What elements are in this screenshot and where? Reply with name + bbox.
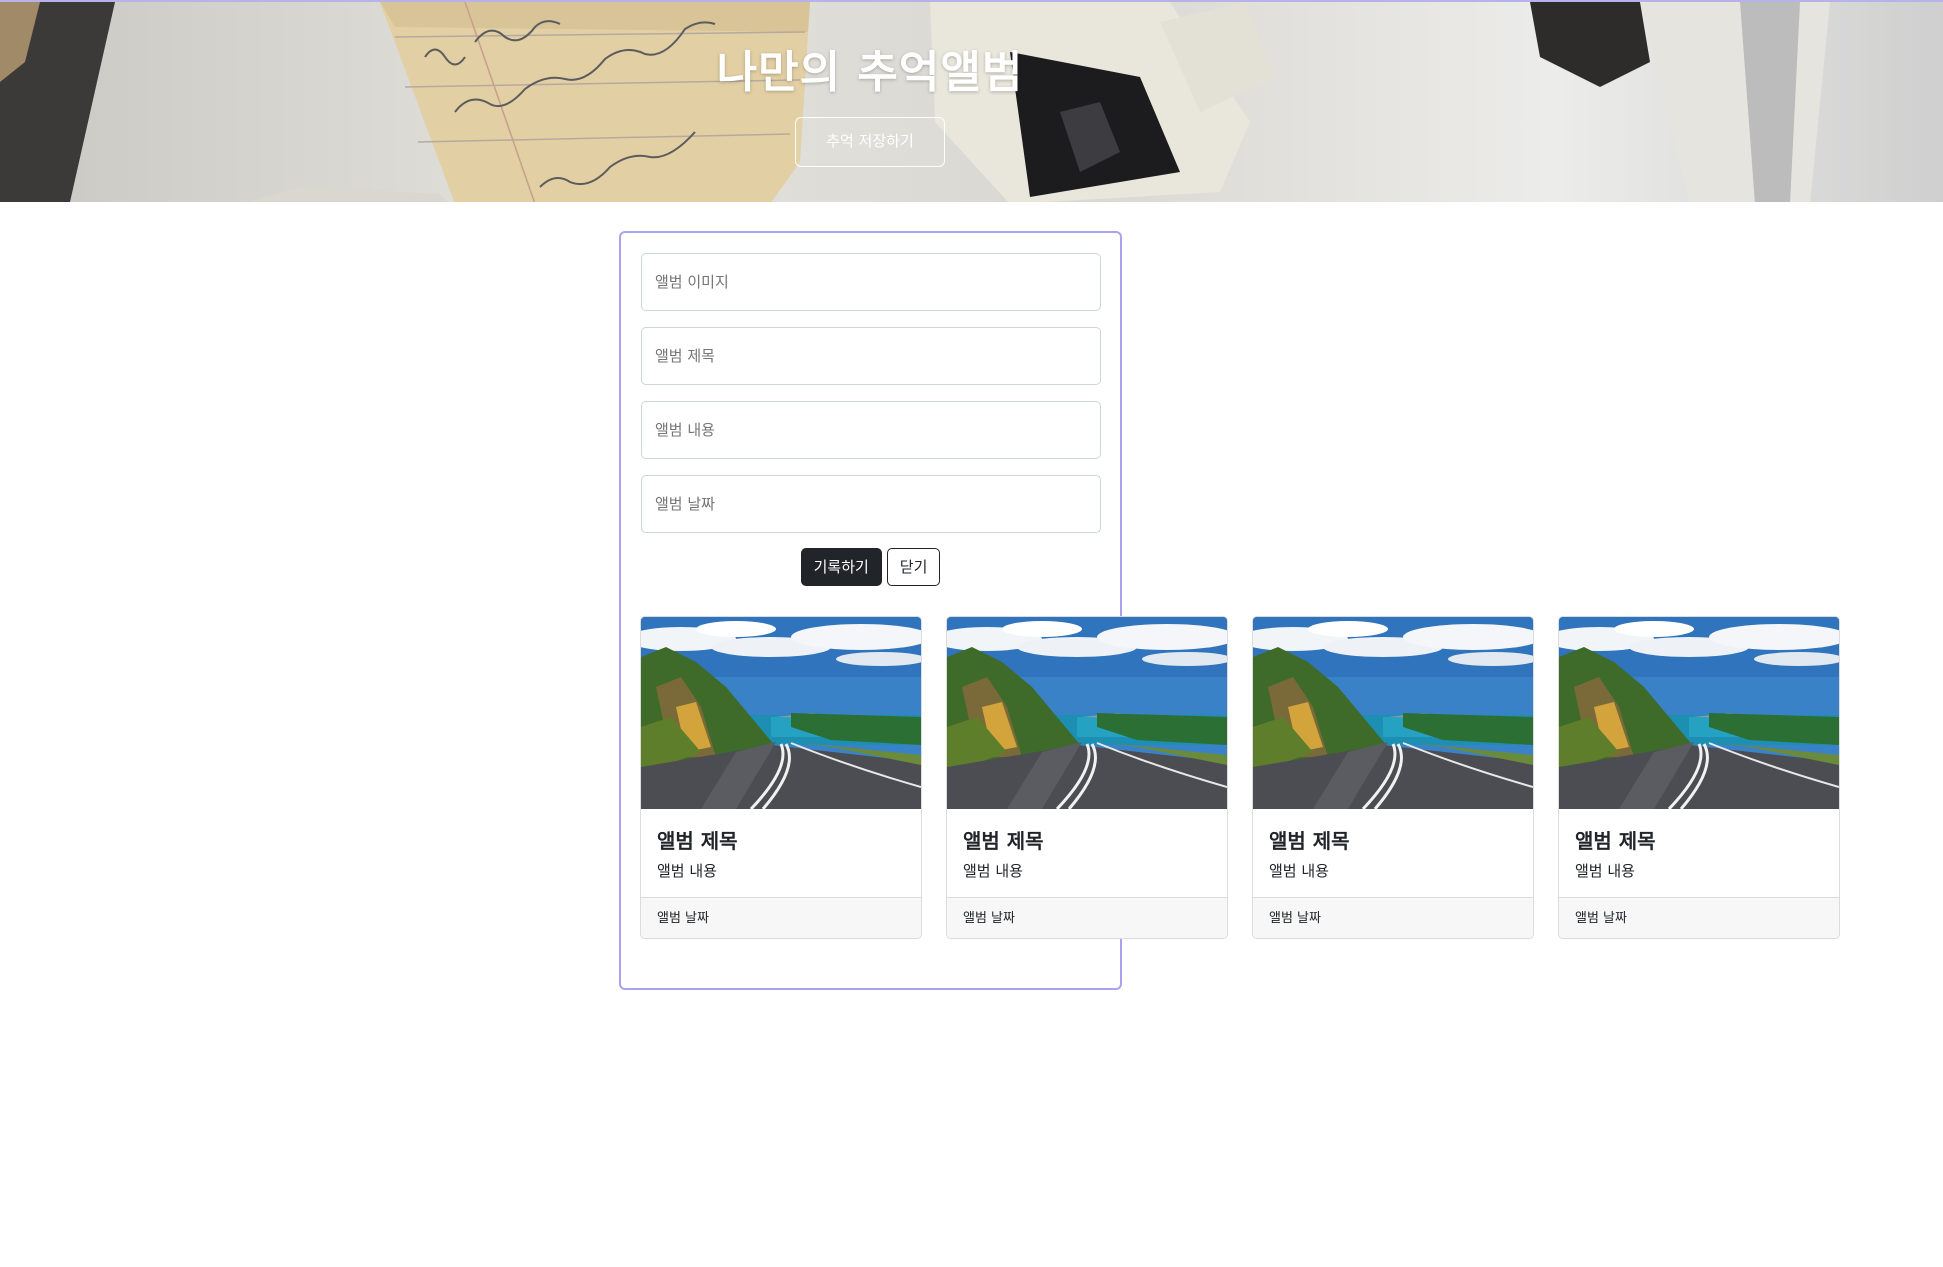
album-image-input[interactable] [641, 253, 1101, 311]
album-card-image [1559, 617, 1839, 809]
album-card-title: 앨범 제목 [963, 829, 1044, 853]
album-card-title: 앨범 제목 [1269, 829, 1350, 853]
hero-title: 나만의 추억앨범 [716, 47, 1024, 98]
record-button[interactable]: 기록하기 [800, 548, 882, 586]
album-card-text: 앨범 내용 [963, 862, 1023, 880]
album-card[interactable]: 앨범 제목 앨범 내용 앨범 날짜 [1252, 616, 1534, 939]
album-card[interactable]: 앨범 제목 앨범 내용 앨범 날짜 [640, 616, 922, 939]
album-card-date: 앨범 날짜 [1559, 897, 1839, 938]
album-card-text: 앨범 내용 [1269, 862, 1329, 880]
album-card-date: 앨범 날짜 [641, 897, 921, 938]
hero-banner: 나만의 추억앨범 추억 저장하기 [0, 0, 1943, 202]
album-card[interactable]: 앨범 제목 앨범 내용 앨범 날짜 [1558, 616, 1840, 939]
album-card[interactable]: 앨범 제목 앨범 내용 앨범 날짜 [946, 616, 1228, 939]
form-button-row: 기록하기 닫기 [621, 548, 1120, 586]
album-card-text: 앨범 내용 [1575, 862, 1635, 880]
album-title-input[interactable] [641, 327, 1101, 385]
close-button[interactable]: 닫기 [886, 548, 941, 586]
album-card-date: 앨범 날짜 [947, 897, 1227, 938]
album-card-text: 앨범 내용 [657, 862, 717, 880]
album-card-date: 앨범 날짜 [1253, 897, 1533, 938]
album-card-image [947, 617, 1227, 809]
album-date-input[interactable] [641, 475, 1101, 533]
save-memory-button[interactable]: 추억 저장하기 [795, 117, 945, 167]
album-card-title: 앨범 제목 [1575, 829, 1656, 853]
album-card-image [1253, 617, 1533, 809]
album-content-input[interactable] [641, 401, 1101, 459]
album-card-title: 앨범 제목 [657, 829, 738, 853]
hero-background-image [0, 2, 1830, 202]
album-card-image [641, 617, 921, 809]
